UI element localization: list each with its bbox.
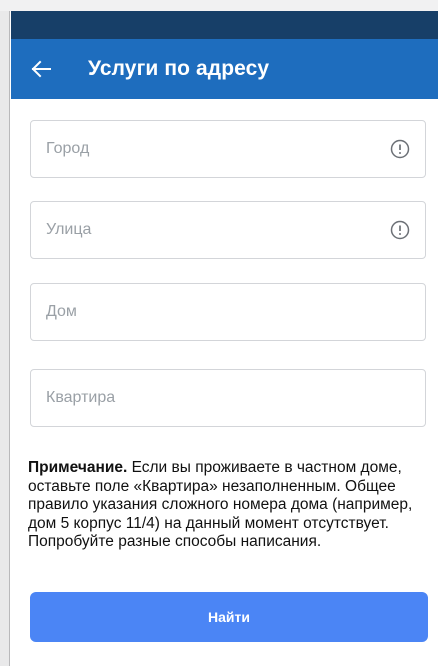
address-form: Примечание. Если вы проживаете в частном… <box>11 99 438 666</box>
city-field[interactable] <box>30 120 426 178</box>
apartment-input[interactable] <box>31 369 425 427</box>
app-bar: Услуги по адресу <box>11 39 438 99</box>
info-icon[interactable] <box>389 219 411 241</box>
street-field[interactable] <box>30 201 426 259</box>
arrow-left-icon[interactable] <box>30 58 52 80</box>
info-icon-glyph <box>390 139 410 159</box>
house-input[interactable] <box>31 283 425 341</box>
window-left-edge <box>0 0 10 666</box>
info-icon[interactable] <box>389 138 411 160</box>
house-field[interactable] <box>30 283 426 341</box>
window-top-margin <box>0 0 438 11</box>
note-label: Примечание. <box>28 459 128 476</box>
note-text: Примечание. Если вы проживаете в частном… <box>28 459 428 552</box>
status-bar <box>11 11 438 39</box>
city-input[interactable] <box>31 120 389 178</box>
find-button[interactable]: Найти <box>30 592 428 642</box>
apartment-field[interactable] <box>30 369 426 427</box>
info-icon-glyph <box>390 220 410 240</box>
page-title: Услуги по адресу <box>88 57 270 80</box>
street-input[interactable] <box>31 201 389 259</box>
arrow-left-icon-glyph <box>31 60 51 78</box>
